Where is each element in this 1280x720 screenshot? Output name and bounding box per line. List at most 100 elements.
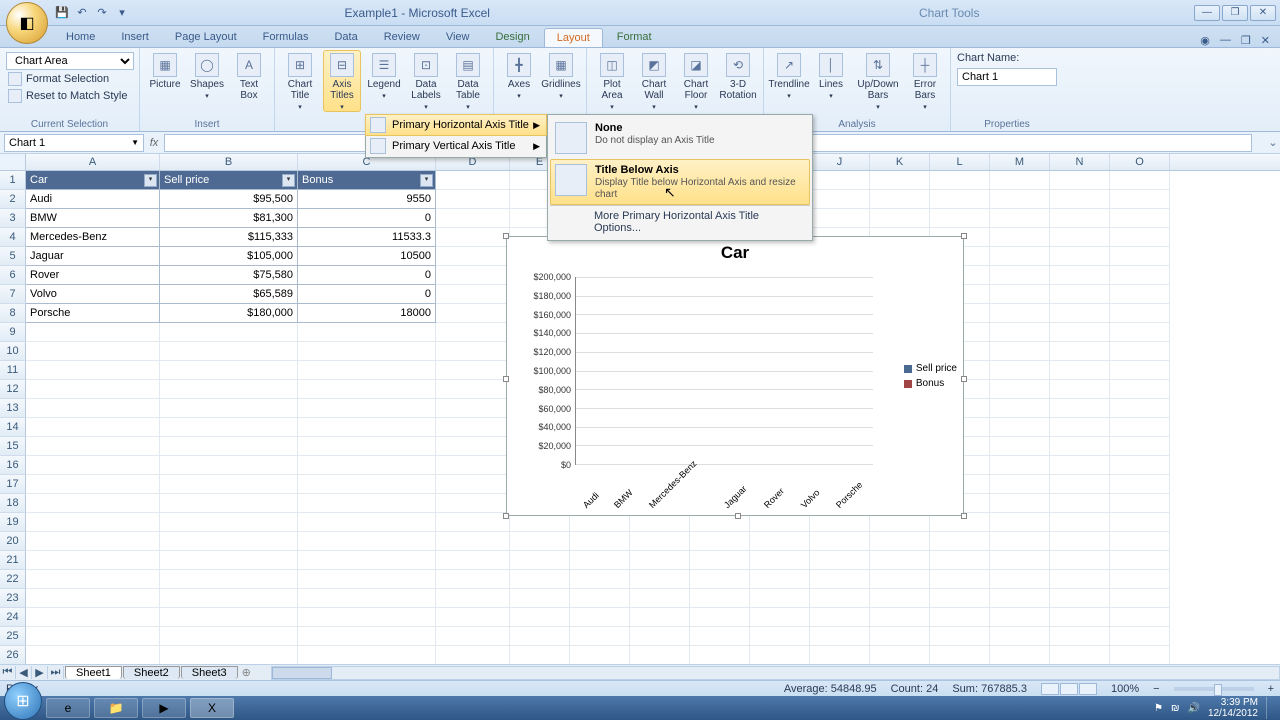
cell[interactable] xyxy=(298,380,436,399)
primary-horizontal-axis-title-item[interactable]: Primary Horizontal Axis Title▶ xyxy=(365,114,547,136)
sheet-tab[interactable]: Sheet1 xyxy=(65,666,122,679)
cell[interactable] xyxy=(750,608,810,627)
cell[interactable] xyxy=(1110,456,1170,475)
sheet-nav-first[interactable]: ⏮ xyxy=(0,666,16,679)
col-header[interactable]: J xyxy=(810,154,870,170)
row-header[interactable]: 15 xyxy=(0,437,26,456)
cell[interactable]: Mercedes-Benz xyxy=(26,228,160,247)
cell[interactable] xyxy=(990,190,1050,209)
cell[interactable] xyxy=(436,304,510,323)
cell[interactable] xyxy=(690,532,750,551)
shapes-button[interactable]: ◯Shapes▾ xyxy=(188,50,226,101)
row-header[interactable]: 13 xyxy=(0,399,26,418)
maximize-button[interactable]: ❐ xyxy=(1222,5,1248,21)
cell[interactable]: $115,333 xyxy=(160,228,298,247)
cell[interactable] xyxy=(160,646,298,664)
cell[interactable]: $95,500 xyxy=(160,190,298,209)
cell[interactable] xyxy=(690,646,750,664)
cell[interactable]: Sell price▾ xyxy=(160,171,298,190)
row-header[interactable]: 25 xyxy=(0,627,26,646)
cell[interactable] xyxy=(160,418,298,437)
cell[interactable] xyxy=(298,627,436,646)
cell[interactable] xyxy=(436,380,510,399)
cell[interactable]: Porsche xyxy=(26,304,160,323)
cell[interactable] xyxy=(990,646,1050,664)
reset-style-button[interactable]: Reset to Match Style xyxy=(6,88,130,104)
cell[interactable] xyxy=(1050,209,1110,228)
axis-title-none-option[interactable]: NoneDo not display an Axis Title xyxy=(550,117,810,159)
cell[interactable] xyxy=(436,456,510,475)
cell[interactable] xyxy=(1110,228,1170,247)
cell[interactable] xyxy=(436,399,510,418)
task-explorer[interactable]: 📁 xyxy=(94,698,138,718)
cell[interactable] xyxy=(930,608,990,627)
row-header[interactable]: 11 xyxy=(0,361,26,380)
new-sheet-button[interactable]: ⊕ xyxy=(242,666,251,679)
sheet-nav-prev[interactable]: ◀ xyxy=(16,666,32,679)
zoom-level[interactable]: 100% xyxy=(1111,683,1139,695)
error-bars-button[interactable]: ┼Error Bars▾ xyxy=(906,50,944,112)
cell[interactable]: 10500 xyxy=(298,247,436,266)
cell[interactable] xyxy=(160,570,298,589)
cell[interactable] xyxy=(436,475,510,494)
cell[interactable] xyxy=(510,589,570,608)
cell[interactable] xyxy=(436,171,510,190)
cell[interactable] xyxy=(630,570,690,589)
cell[interactable] xyxy=(1050,437,1110,456)
formula-expand-icon[interactable]: ⌄ xyxy=(1266,136,1280,149)
cell[interactable] xyxy=(1110,342,1170,361)
tab-formulas[interactable]: Formulas xyxy=(251,28,321,47)
row-header[interactable]: 20 xyxy=(0,532,26,551)
cell[interactable] xyxy=(160,323,298,342)
cell[interactable] xyxy=(810,646,870,664)
cell[interactable] xyxy=(690,570,750,589)
cell[interactable] xyxy=(690,589,750,608)
zoom-out-button[interactable]: − xyxy=(1153,683,1159,695)
task-media[interactable]: ▶ xyxy=(142,698,186,718)
cell[interactable] xyxy=(26,494,160,513)
cell[interactable]: 9550 xyxy=(298,190,436,209)
col-header[interactable]: M xyxy=(990,154,1050,170)
cell[interactable] xyxy=(160,437,298,456)
cell[interactable] xyxy=(26,456,160,475)
cell[interactable] xyxy=(990,513,1050,532)
cell[interactable] xyxy=(436,323,510,342)
cell[interactable] xyxy=(1110,589,1170,608)
chart-floor-button[interactable]: ◪Chart Floor▾ xyxy=(677,50,715,112)
cell[interactable] xyxy=(810,171,870,190)
task-excel[interactable]: X xyxy=(190,698,234,718)
cell[interactable] xyxy=(160,494,298,513)
cell[interactable]: 0 xyxy=(298,209,436,228)
cell[interactable] xyxy=(990,551,1050,570)
cell[interactable]: $180,000 xyxy=(160,304,298,323)
cell[interactable] xyxy=(750,627,810,646)
undo-icon[interactable]: ↶ xyxy=(74,5,90,21)
cell[interactable] xyxy=(1110,437,1170,456)
cell[interactable] xyxy=(1050,532,1110,551)
cell[interactable] xyxy=(160,456,298,475)
primary-vertical-axis-title-item[interactable]: Primary Vertical Axis Title▶ xyxy=(366,135,546,157)
cell[interactable] xyxy=(1050,646,1110,664)
row-header[interactable]: 2 xyxy=(0,190,26,209)
filter-icon[interactable]: ▾ xyxy=(420,174,433,187)
cell[interactable] xyxy=(510,608,570,627)
cell[interactable] xyxy=(436,228,510,247)
cell[interactable] xyxy=(930,646,990,664)
cell[interactable] xyxy=(1110,361,1170,380)
cell[interactable] xyxy=(810,627,870,646)
cell[interactable] xyxy=(570,551,630,570)
cell[interactable] xyxy=(1110,646,1170,664)
cell[interactable] xyxy=(750,589,810,608)
cell[interactable] xyxy=(810,551,870,570)
cell[interactable]: Car▾ xyxy=(26,171,160,190)
cell[interactable] xyxy=(160,551,298,570)
cell[interactable] xyxy=(26,475,160,494)
updown-bars-button[interactable]: ⇅Up/Down Bars▾ xyxy=(854,50,902,112)
filter-icon[interactable]: ▾ xyxy=(282,174,295,187)
qat-more-icon[interactable]: ▾ xyxy=(114,5,130,21)
cell[interactable] xyxy=(990,494,1050,513)
cell[interactable] xyxy=(990,437,1050,456)
cell[interactable] xyxy=(990,323,1050,342)
cell[interactable] xyxy=(1110,532,1170,551)
cell[interactable] xyxy=(1050,551,1110,570)
